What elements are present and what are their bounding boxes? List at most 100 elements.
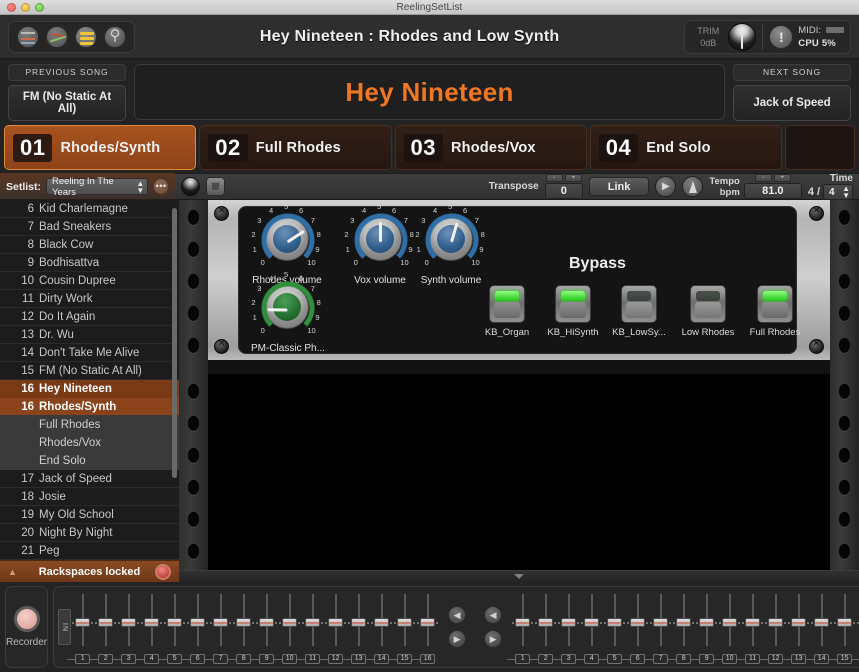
mixer-channel[interactable]: 5 bbox=[599, 590, 626, 664]
channel-number[interactable]: 8 bbox=[676, 654, 692, 664]
switch-body[interactable] bbox=[555, 285, 591, 323]
song-list-item[interactable]: 15 FM (No Static At All) bbox=[0, 362, 179, 380]
song-list-item[interactable]: 20 Night By Night bbox=[0, 524, 179, 542]
channel-number[interactable]: 7 bbox=[213, 654, 229, 664]
song-list-item[interactable]: 17 Jack of Speed bbox=[0, 470, 179, 488]
next-bank-icon[interactable]: ▶ bbox=[484, 630, 503, 648]
mixer-channel[interactable]: 15 bbox=[829, 590, 856, 664]
fader-handle[interactable] bbox=[282, 618, 298, 627]
tempo-decrement[interactable]: - bbox=[754, 174, 772, 182]
song-part-empty-slot[interactable] bbox=[785, 125, 855, 170]
mixer-channel[interactable]: 5 bbox=[159, 590, 186, 664]
channel-number[interactable]: 15 bbox=[397, 654, 413, 664]
song-list-item[interactable]: 7 Bad Sneakers bbox=[0, 218, 179, 236]
mixer-channel[interactable]: 2 bbox=[90, 590, 117, 664]
mixer-channel[interactable]: 6 bbox=[622, 590, 649, 664]
fader-handle[interactable] bbox=[75, 618, 91, 627]
transpose-decrement[interactable]: - bbox=[545, 174, 563, 182]
fader-handle[interactable] bbox=[515, 618, 531, 627]
mixer-channel[interactable]: 4 bbox=[576, 590, 603, 664]
fader-handle[interactable] bbox=[121, 618, 137, 627]
output-channel-strip[interactable]: 12345678910111213141516 bbox=[507, 590, 859, 664]
mixer-channel[interactable]: 10 bbox=[274, 590, 301, 664]
mixer-channel[interactable]: 11 bbox=[737, 590, 764, 664]
channel-number[interactable]: 9 bbox=[699, 654, 715, 664]
fader-handle[interactable] bbox=[653, 618, 669, 627]
fader-handle[interactable] bbox=[259, 618, 275, 627]
fader-handle[interactable] bbox=[328, 618, 344, 627]
channel-number[interactable]: 11 bbox=[745, 654, 761, 664]
fader-handle[interactable] bbox=[538, 618, 554, 627]
song-list[interactable]: 6 Kid Charlemagne 7 Bad Sneakers 8 Black Cow 9… bbox=[0, 200, 179, 560]
mixer-channel[interactable]: 7 bbox=[645, 590, 672, 664]
fader-handle[interactable] bbox=[837, 618, 853, 627]
alert-icon[interactable]: ! bbox=[769, 24, 794, 49]
channel-number[interactable]: 5 bbox=[607, 654, 623, 664]
switch-body[interactable] bbox=[489, 285, 525, 323]
song-list-item[interactable]: 10 Cousin Dupree bbox=[0, 272, 179, 290]
fader-handle[interactable] bbox=[420, 618, 436, 627]
fader-handle[interactable] bbox=[305, 618, 321, 627]
channel-number[interactable]: 6 bbox=[630, 654, 646, 664]
knob-dial[interactable] bbox=[354, 213, 408, 267]
link-button[interactable]: Link bbox=[588, 177, 650, 196]
transpose-value[interactable]: 0 bbox=[544, 183, 583, 199]
rackspaces-locked-bar[interactable]: ▲ Rackspaces locked bbox=[0, 560, 179, 582]
channel-number[interactable]: 13 bbox=[351, 654, 367, 664]
play-icon[interactable]: ▶ bbox=[655, 176, 677, 197]
fader-handle[interactable] bbox=[630, 618, 646, 627]
mixer-channel[interactable]: 14 bbox=[806, 590, 833, 664]
mixer-channel[interactable]: 9 bbox=[691, 590, 718, 664]
mixer-channel[interactable]: 1 bbox=[67, 590, 94, 664]
transpose-increment[interactable]: + bbox=[564, 174, 582, 182]
switch-kb-hisynth[interactable]: KB_HiSynth bbox=[540, 285, 606, 338]
song-part-list-item[interactable]: Rhodes/Vox bbox=[0, 434, 179, 452]
mixer-channel[interactable]: 16 bbox=[412, 590, 439, 664]
fader-handle[interactable] bbox=[791, 618, 807, 627]
mixer-channel[interactable]: 14 bbox=[366, 590, 393, 664]
switch-kb-lowsynth[interactable]: KB_LowSy... bbox=[606, 285, 672, 338]
panic-button[interactable] bbox=[181, 177, 200, 196]
master-trim-knob[interactable] bbox=[728, 22, 757, 51]
setlist-options-button[interactable]: ••• bbox=[153, 178, 169, 195]
song-part-list-item[interactable]: 16 Rhodes/Synth bbox=[0, 398, 179, 416]
knob-dial[interactable] bbox=[261, 213, 315, 267]
channel-number[interactable]: 13 bbox=[791, 654, 807, 664]
channel-number[interactable]: 16 bbox=[420, 654, 436, 664]
setlist-view-icon[interactable] bbox=[75, 25, 97, 48]
channel-number[interactable]: 14 bbox=[374, 654, 390, 664]
mixer-channel[interactable]: 2 bbox=[530, 590, 557, 664]
mixer-channel[interactable]: 13 bbox=[343, 590, 370, 664]
fader-handle[interactable] bbox=[699, 618, 715, 627]
channel-number[interactable]: 4 bbox=[144, 654, 160, 664]
channel-number[interactable]: 3 bbox=[121, 654, 137, 664]
fader-handle[interactable] bbox=[561, 618, 577, 627]
song-list-item[interactable]: 18 Josie bbox=[0, 488, 179, 506]
mixer-channel[interactable]: 8 bbox=[668, 590, 695, 664]
wrench-icon[interactable] bbox=[104, 25, 126, 48]
song-list-item[interactable]: 21 Peg bbox=[0, 542, 179, 560]
rack-empty-slot[interactable] bbox=[208, 374, 830, 570]
channel-number[interactable]: 12 bbox=[328, 654, 344, 664]
song-part-01[interactable]: 01 Rhodes/Synth bbox=[4, 125, 197, 170]
mixer-channel[interactable]: 3 bbox=[553, 590, 580, 664]
fader-handle[interactable] bbox=[676, 618, 692, 627]
song-list-item[interactable]: 13 Dr. Wu bbox=[0, 326, 179, 344]
song-list-item[interactable]: 12 Do It Again bbox=[0, 308, 179, 326]
fader-handle[interactable] bbox=[167, 618, 183, 627]
mixer-channel[interactable]: 12 bbox=[320, 590, 347, 664]
fader-handle[interactable] bbox=[814, 618, 830, 627]
tempo-nudge-buttons[interactable]: - + bbox=[754, 174, 791, 182]
save-button[interactable] bbox=[206, 177, 225, 196]
switch-body[interactable] bbox=[690, 285, 726, 323]
song-list-item[interactable]: 9 Bodhisattva bbox=[0, 254, 179, 272]
switch-body[interactable] bbox=[757, 285, 793, 323]
knob-dial[interactable] bbox=[425, 213, 479, 267]
mixer-channel[interactable]: 11 bbox=[297, 590, 324, 664]
time-denominator-dropdown[interactable]: 4 ▲ ▼ bbox=[823, 184, 853, 200]
channel-number[interactable]: 10 bbox=[722, 654, 738, 664]
song-list-item[interactable]: 14 Don't Take Me Alive bbox=[0, 344, 179, 362]
switch-body[interactable] bbox=[621, 285, 657, 323]
song-part-03[interactable]: 03 Rhodes/Vox bbox=[394, 125, 587, 170]
fader-handle[interactable] bbox=[190, 618, 206, 627]
